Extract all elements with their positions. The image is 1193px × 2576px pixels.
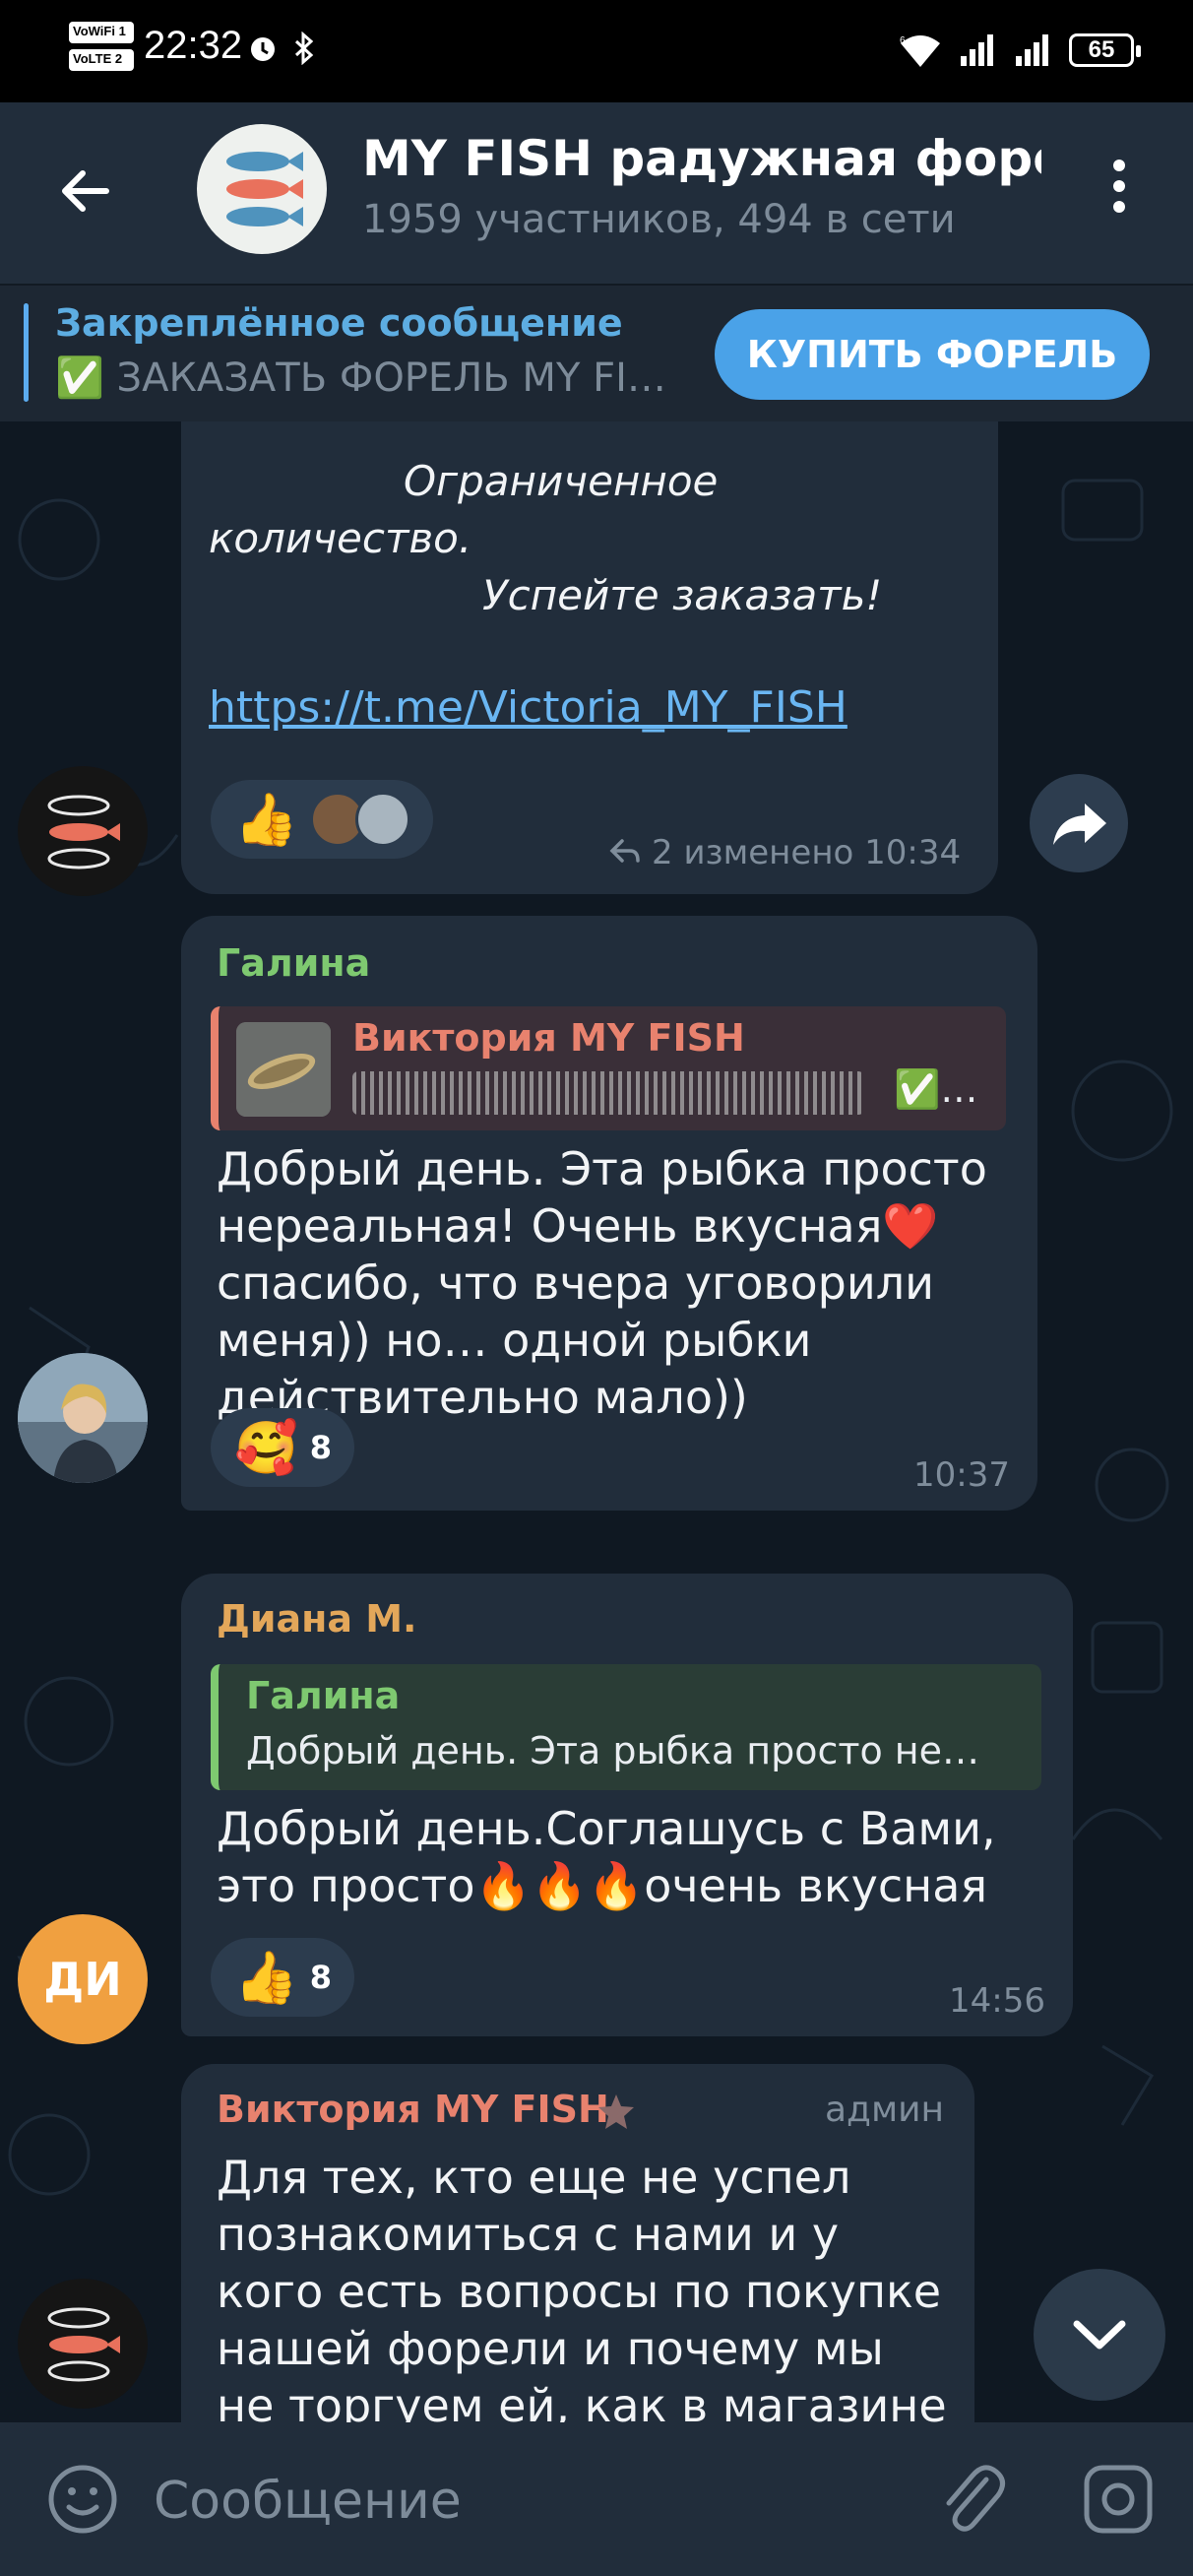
star-icon	[598, 2094, 634, 2129]
reaction-emoji: 👍	[234, 790, 298, 850]
message-bubble-4[interactable]: Виктория MY FISH админ Для тех, кто еще …	[181, 2064, 974, 2422]
alarm-icon	[251, 37, 275, 61]
reaction-like[interactable]: 👍 8	[211, 1938, 354, 2017]
more-menu-icon[interactable]	[1104, 160, 1134, 228]
bluetooth-icon	[294, 32, 314, 65]
wifi-icon: 6	[900, 35, 940, 67]
sender-name[interactable]: Галина	[217, 941, 370, 985]
message-time: 10:37	[913, 1455, 1010, 1495]
pinned-indicator	[24, 303, 29, 402]
share-arrow-icon	[1053, 804, 1106, 845]
reactor-avatar	[354, 792, 410, 847]
message-bubble-3[interactable]: Диана М. Галина Добрый день. Эта рыбка п…	[181, 1574, 1073, 2036]
signal-2-icon	[1016, 34, 1048, 66]
message-time: 14:56	[949, 1981, 1045, 2021]
message-input[interactable]: Сообщение	[154, 2472, 462, 2531]
reaction-like[interactable]: 👍	[211, 780, 433, 859]
status-bar: VoWiFi 1 VoLTE 2 22:32 6 65	[0, 0, 1193, 102]
quote-check: ✅…	[894, 1067, 978, 1111]
pinned-message-bar[interactable]: Закреплённое сообщение ✅ ЗАКАЗАТЬ ФОРЕЛЬ…	[0, 284, 1193, 421]
camera-icon[interactable]	[1081, 2462, 1156, 2537]
buy-trout-button[interactable]: КУПИТЬ ФОРЕЛЬ	[715, 309, 1150, 400]
battery-indicator: 65	[1069, 33, 1141, 67]
sender-avatar-victoria[interactable]	[18, 2279, 148, 2409]
reaction-emoji: 🥰	[234, 1418, 298, 1478]
sim-indicators: VoWiFi 1 VoLTE 2	[69, 22, 134, 79]
back-arrow-icon[interactable]	[55, 161, 114, 221]
message-text: Добрый день.Соглашусь с Вами, это просто…	[217, 1802, 996, 1912]
channel-subtitle: 1959 участников, 494 в сети	[362, 197, 956, 242]
channel-avatar[interactable]	[197, 124, 327, 254]
message-bubble-1[interactable]: Ограниченное количество. Успейте заказат…	[181, 421, 998, 894]
reply-quote[interactable]: Виктория MY FISH ✅…	[211, 1006, 1006, 1130]
quote-thumbnail	[236, 1022, 331, 1117]
fish-logo-icon	[226, 152, 303, 226]
reply-icon	[609, 839, 640, 863]
message-text: Для тех, кто еще не успел познакомиться …	[217, 2151, 947, 2422]
avatar-initials: ДИ	[43, 1953, 122, 2006]
sender-name[interactable]: Виктория MY FISH	[217, 2088, 609, 2131]
scroll-down-button[interactable]	[1034, 2269, 1165, 2401]
svg-text:6: 6	[900, 35, 906, 46]
chat-area[interactable]: Ограниченное количество. Успейте заказат…	[0, 421, 1193, 2422]
reaction-count: 8	[309, 1429, 333, 1466]
message-text: Добрый день. Эта рыбка просто нереальная…	[217, 1142, 987, 1424]
signal-1-icon	[961, 34, 993, 66]
fish-photo-icon	[236, 1022, 331, 1117]
quote-sender: Виктория MY FISH	[352, 1016, 745, 1060]
sim1-label: VoWiFi 1	[69, 22, 134, 43]
admin-badge: админ	[825, 2090, 945, 2130]
sender-avatar-galina[interactable]	[18, 1353, 148, 1483]
fish-logo-icon	[47, 795, 120, 869]
pinned-title: Закреплённое сообщение	[55, 301, 623, 345]
message-line: Ограниченное	[404, 457, 719, 505]
message-link[interactable]: https://t.me/Victoria_MY_FISH	[209, 679, 848, 737]
message-meta: 2 изменено 10:34	[652, 833, 962, 872]
sender-name[interactable]: Диана М.	[217, 1597, 417, 1641]
channel-title[interactable]: MY FISH радужная форел	[362, 130, 1041, 187]
reaction-heart-face[interactable]: 🥰 8	[211, 1408, 354, 1487]
chat-header: MY FISH радужная форел 1959 участников, …	[0, 102, 1193, 284]
user-photo-icon	[18, 1353, 148, 1483]
reaction-count: 8	[309, 1959, 333, 1996]
fish-logo-icon	[47, 2307, 120, 2382]
message-bubble-2[interactable]: Галина Виктория MY FISH ✅… Добрый день. …	[181, 916, 1037, 1511]
chevron-down-icon	[1073, 2320, 1126, 2350]
sim2-label: VoLTE 2	[69, 49, 134, 71]
clock: 22:32	[144, 24, 243, 67]
reaction-emoji: 👍	[234, 1948, 298, 2008]
sender-avatar-victoria[interactable]	[18, 766, 148, 896]
quote-blurred-text	[352, 1071, 864, 1115]
message-line: Успейте заказать!	[482, 571, 883, 619]
pinned-text: ✅ ЗАКАЗАТЬ ФОРЕЛЬ MY FI…	[55, 355, 666, 401]
quote-text: Добрый день. Эта рыбка просто не…	[246, 1729, 980, 1772]
paperclip-icon[interactable]	[937, 2460, 1006, 2539]
reply-quote[interactable]: Галина Добрый день. Эта рыбка просто не…	[211, 1664, 1041, 1790]
message-input-bar: Сообщение	[0, 2422, 1193, 2576]
quote-sender: Галина	[246, 1674, 401, 1717]
sender-avatar-diana[interactable]: ДИ	[18, 1914, 148, 2044]
message-line: количество.	[209, 514, 472, 562]
emoji-icon[interactable]	[45, 2462, 120, 2537]
share-button[interactable]	[1030, 774, 1128, 872]
